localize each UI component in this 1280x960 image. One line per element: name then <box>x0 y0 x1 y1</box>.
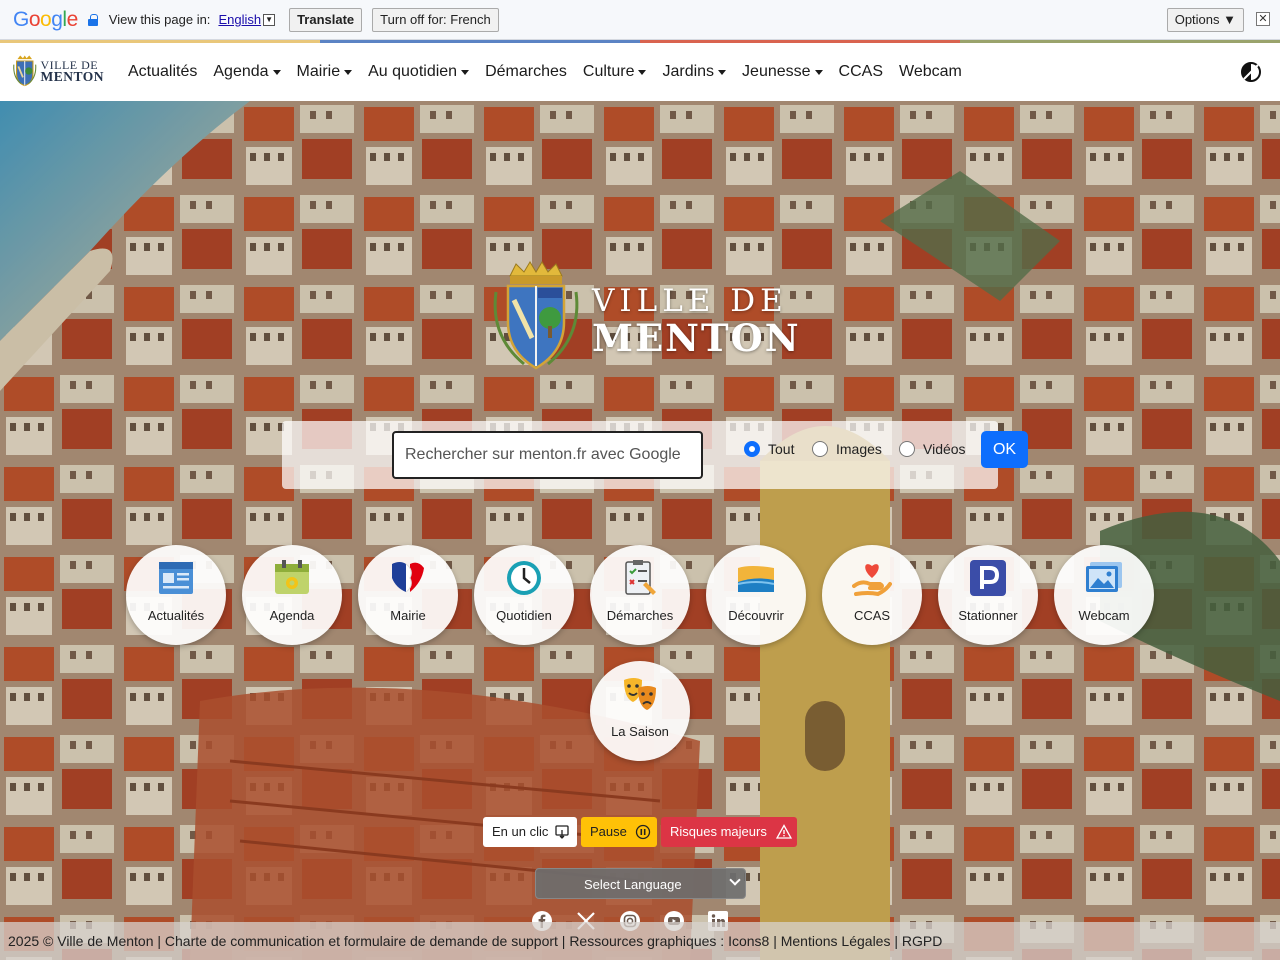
quick-link-webcam[interactable]: Webcam <box>1054 545 1154 645</box>
quick-link-decouvrir[interactable]: Découvrir <box>706 545 806 645</box>
radio-images[interactable]: Images <box>812 441 882 457</box>
language-link[interactable]: English <box>218 12 261 27</box>
footer: 2025 © Ville de Menton | Charte de commu… <box>0 922 1280 960</box>
contrast-icon[interactable] <box>1240 61 1262 83</box>
quick-link-stationner[interactable]: Stationner <box>938 545 1038 645</box>
hero-title-line2: MENTON <box>592 316 801 360</box>
hero-logo: VILLE DE MENTON <box>488 260 801 375</box>
radio-selected-icon <box>744 441 760 457</box>
theater-masks-icon <box>624 678 656 710</box>
radio-empty-icon <box>899 441 915 457</box>
caret-down-icon <box>344 69 353 75</box>
quick-link-agenda[interactable]: Agenda <box>242 545 342 645</box>
image-icon <box>1086 562 1122 592</box>
quick-link-label: Webcam <box>1078 608 1130 623</box>
quick-link-label: Actualités <box>147 608 205 623</box>
language-select[interactable]: Select Language <box>535 868 746 899</box>
heart-hand-icon <box>852 564 892 597</box>
risques-majeurs-button[interactable]: Risques majeurs <box>661 817 797 847</box>
parking-icon <box>970 560 1006 596</box>
translate-prompt: View this page in: <box>108 12 211 27</box>
main-menu: Actualités Agenda Mairie Au quotidien Dé… <box>120 43 970 101</box>
hero-title-line1: VILLE DE <box>592 283 788 319</box>
quick-link-label: Démarches <box>606 608 674 623</box>
options-button[interactable]: Options ▼ <box>1166 8 1244 32</box>
en-un-clic-button[interactable]: En un clic <box>483 817 577 847</box>
checklist-icon <box>625 560 656 595</box>
language-dropdown-icon[interactable]: ▼ <box>263 13 276 26</box>
footer-text: 2025 © Ville de Menton | Charte de commu… <box>8 933 943 949</box>
site-logo[interactable]: VILLE DE MENTON <box>12 53 104 89</box>
search-input[interactable] <box>392 431 703 479</box>
radio-empty-icon <box>812 441 828 457</box>
logo-line2: MENTON <box>40 69 104 84</box>
calendar-icon <box>275 560 309 594</box>
quick-link-quotidien[interactable]: Quotidien <box>474 545 574 645</box>
touch-icon <box>555 825 570 839</box>
quick-link-label: Mairie <box>390 608 426 623</box>
crest-icon <box>13 55 37 87</box>
translate-bar: Google View this page in: English ▼ Tran… <box>0 0 1280 40</box>
quick-link-actualites[interactable]: Actualités <box>126 545 226 645</box>
clock-icon <box>507 561 541 595</box>
nav-item-webcam[interactable]: Webcam <box>891 43 970 101</box>
turn-off-button[interactable]: Turn off for: French <box>372 7 499 32</box>
quick-link-label: Agenda <box>269 608 315 623</box>
caret-down-icon <box>718 69 727 75</box>
nav-item-actualites[interactable]: Actualités <box>120 43 205 101</box>
marianne-icon <box>392 562 424 593</box>
search-panel: Tout Images Vidéos OK <box>282 421 1028 489</box>
coat-of-arms-icon <box>493 261 579 370</box>
caret-down-icon <box>638 69 647 75</box>
quick-link-label: Découvrir <box>728 608 784 623</box>
pause-icon <box>635 824 651 840</box>
quick-link-ccas[interactable]: CCAS <box>822 545 922 645</box>
quick-link-label: Stationner <box>958 608 1018 623</box>
nav-item-culture[interactable]: Culture <box>575 43 655 101</box>
radio-tout[interactable]: Tout <box>744 441 794 457</box>
nav-item-demarches[interactable]: Démarches <box>477 43 575 101</box>
quick-link-label: La Saison <box>611 724 669 739</box>
news-icon <box>159 562 193 594</box>
quick-link-demarches[interactable]: Démarches <box>590 545 690 645</box>
quick-link-mairie[interactable]: Mairie <box>358 545 458 645</box>
caret-down-icon <box>272 69 281 75</box>
beach-icon <box>737 566 775 592</box>
hero-section: VILLE DE MENTON Tout Images Vidéos OK <box>0 101 1280 960</box>
nav-item-jardins[interactable]: Jardins <box>654 43 734 101</box>
lock-icon <box>87 13 98 26</box>
nav-item-au-quotidien[interactable]: Au quotidien <box>360 43 477 101</box>
warning-icon <box>775 824 792 839</box>
search-submit-button[interactable]: OK <box>981 431 1028 468</box>
translate-button[interactable]: Translate <box>289 7 363 32</box>
radio-videos[interactable]: Vidéos <box>899 441 966 457</box>
nav-item-jeunesse[interactable]: Jeunesse <box>734 43 831 101</box>
pause-button[interactable]: Pause <box>581 817 657 847</box>
quick-link-la-saison[interactable]: La Saison <box>590 661 690 761</box>
quick-link-label: Quotidien <box>496 608 552 623</box>
site-nav: VILLE DE MENTON Actualités Agenda Mairie… <box>0 43 1280 101</box>
chevron-down-icon <box>729 874 741 886</box>
close-icon[interactable]: ✕ <box>1256 12 1270 26</box>
nav-item-mairie[interactable]: Mairie <box>289 43 361 101</box>
quick-link-label: CCAS <box>853 608 891 623</box>
nav-item-ccas[interactable]: CCAS <box>831 43 891 101</box>
nav-item-agenda[interactable]: Agenda <box>205 43 288 101</box>
caret-down-icon <box>814 69 823 75</box>
caret-down-icon <box>461 69 470 75</box>
google-logo: Google <box>13 7 78 31</box>
